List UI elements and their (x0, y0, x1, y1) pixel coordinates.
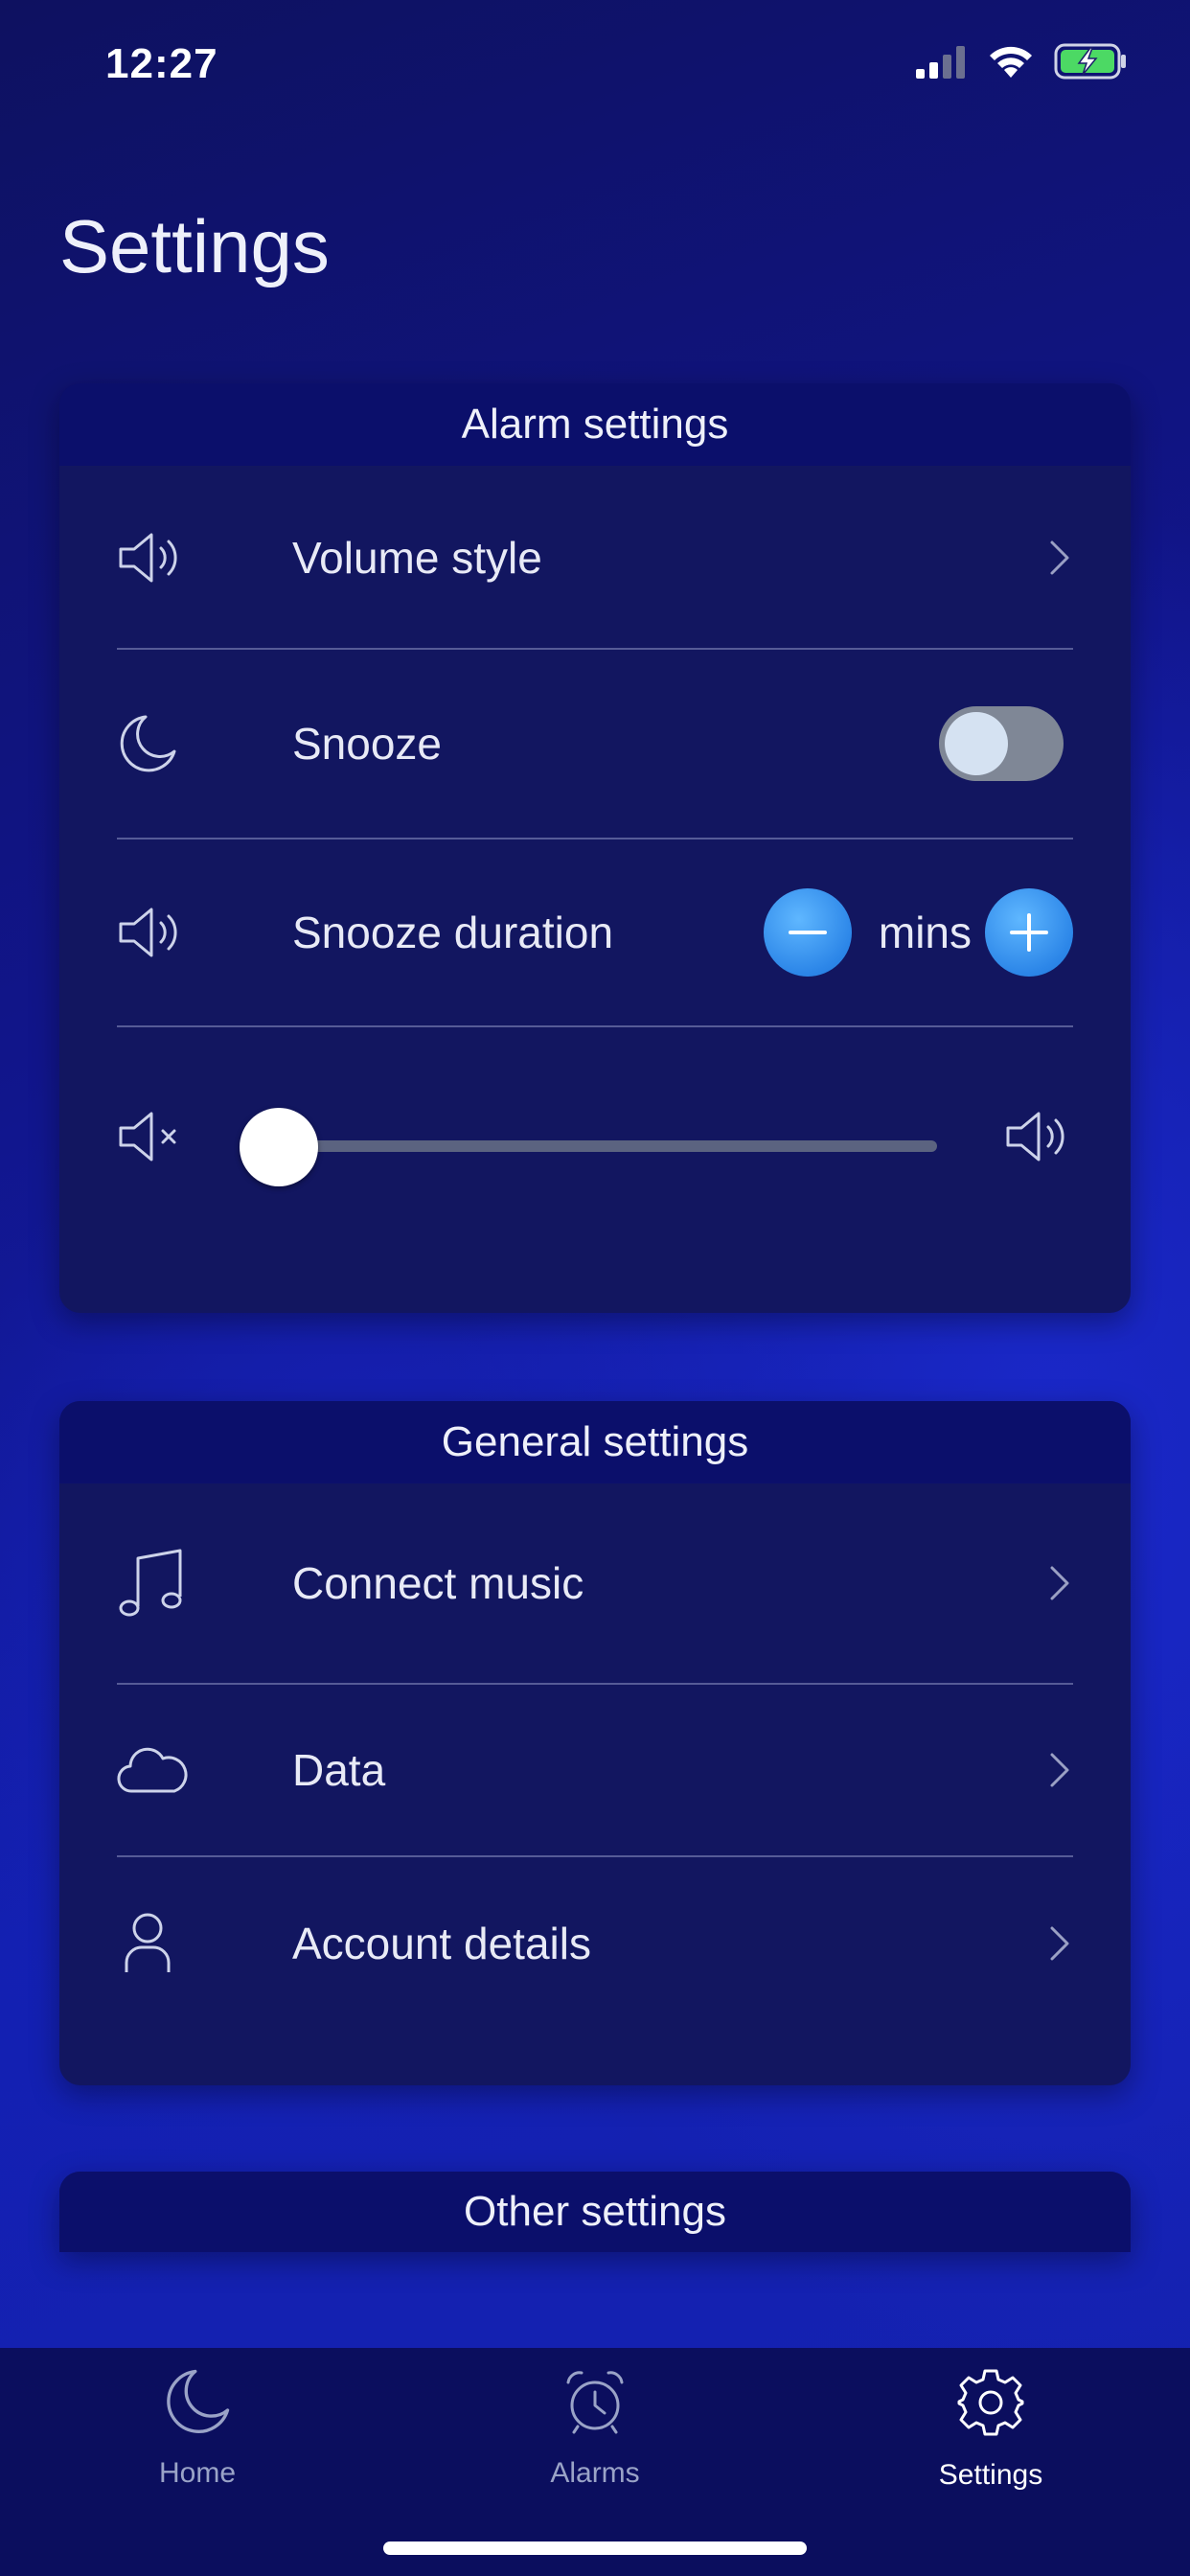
moon-icon (167, 2369, 230, 2433)
snooze-toggle-knob (945, 712, 1008, 775)
account-details-row[interactable]: Account details (117, 1857, 1073, 2030)
status-bar: 12:27 (0, 0, 1190, 125)
snooze-toggle[interactable] (939, 706, 1064, 781)
decrease-button[interactable] (763, 888, 852, 977)
home-indicator (383, 2542, 807, 2555)
tab-home-label: Home (158, 2457, 237, 2489)
status-time: 12:27 (105, 40, 218, 87)
snooze-duration-label: Snooze duration (292, 908, 614, 957)
chevron-right-icon (1050, 1753, 1069, 1787)
alarm-clock-icon (566, 2371, 624, 2434)
snooze-duration-row: Snooze duration mins (117, 840, 1073, 1027)
volume-slider-knob[interactable] (240, 1108, 318, 1186)
chevron-right-icon (1050, 1926, 1069, 1961)
general-settings-card: General settings Connect music Data Acco… (59, 1401, 1131, 2085)
other-settings-header: Other settings (59, 2172, 1131, 2252)
battery-charging-icon (1054, 43, 1126, 80)
increase-button[interactable] (985, 888, 1073, 977)
wifi-icon (990, 46, 1032, 78)
snooze-row: Snooze (117, 650, 1073, 840)
data-label: Data (292, 1745, 386, 1795)
chevron-right-icon (1050, 540, 1069, 575)
general-settings-header: General settings (59, 1401, 1131, 1484)
plus-icon (1010, 913, 1048, 952)
volume-style-row[interactable]: Volume style (117, 468, 1073, 650)
minus-icon (788, 931, 827, 934)
speaker-icon (117, 896, 190, 969)
user-icon (117, 1907, 190, 1980)
other-settings-card: Other settings (59, 2172, 1131, 2252)
cloud-icon (117, 1734, 190, 1806)
speaker-icon (117, 521, 190, 594)
moon-icon (117, 707, 190, 780)
alarm-settings-header: Alarm settings (59, 383, 1131, 466)
volume-style-label: Volume style (292, 533, 542, 583)
gear-icon (957, 2369, 1024, 2436)
signal-icon (916, 46, 965, 79)
tab-settings-label: Settings (938, 2459, 1043, 2491)
page-title: Settings (59, 204, 330, 288)
connect-music-row[interactable]: Connect music (117, 1484, 1073, 1685)
tab-alarms[interactable]: Alarms (470, 2367, 720, 2490)
status-icons (916, 42, 1129, 80)
speaker-icon (1004, 1108, 1073, 1170)
mute-icon (117, 1108, 190, 1170)
account-details-label: Account details (292, 1919, 591, 1968)
snooze-duration-unit: mins (878, 908, 972, 957)
tab-settings[interactable]: Settings (866, 2367, 1115, 2492)
volume-slider-row (117, 1027, 1073, 1238)
tab-home[interactable]: Home (73, 2367, 322, 2490)
tab-alarms-label: Alarms (550, 2457, 640, 2489)
data-row[interactable]: Data (117, 1685, 1073, 1857)
music-note-icon (117, 1547, 190, 1620)
connect-music-label: Connect music (292, 1558, 584, 1608)
snooze-label: Snooze (292, 719, 443, 769)
chevron-right-icon (1050, 1566, 1069, 1600)
snooze-duration-stepper: mins (763, 888, 1073, 977)
volume-slider-track[interactable] (280, 1140, 937, 1152)
alarm-settings-card: Alarm settings Volume style Snooze Snooz… (59, 383, 1131, 1313)
